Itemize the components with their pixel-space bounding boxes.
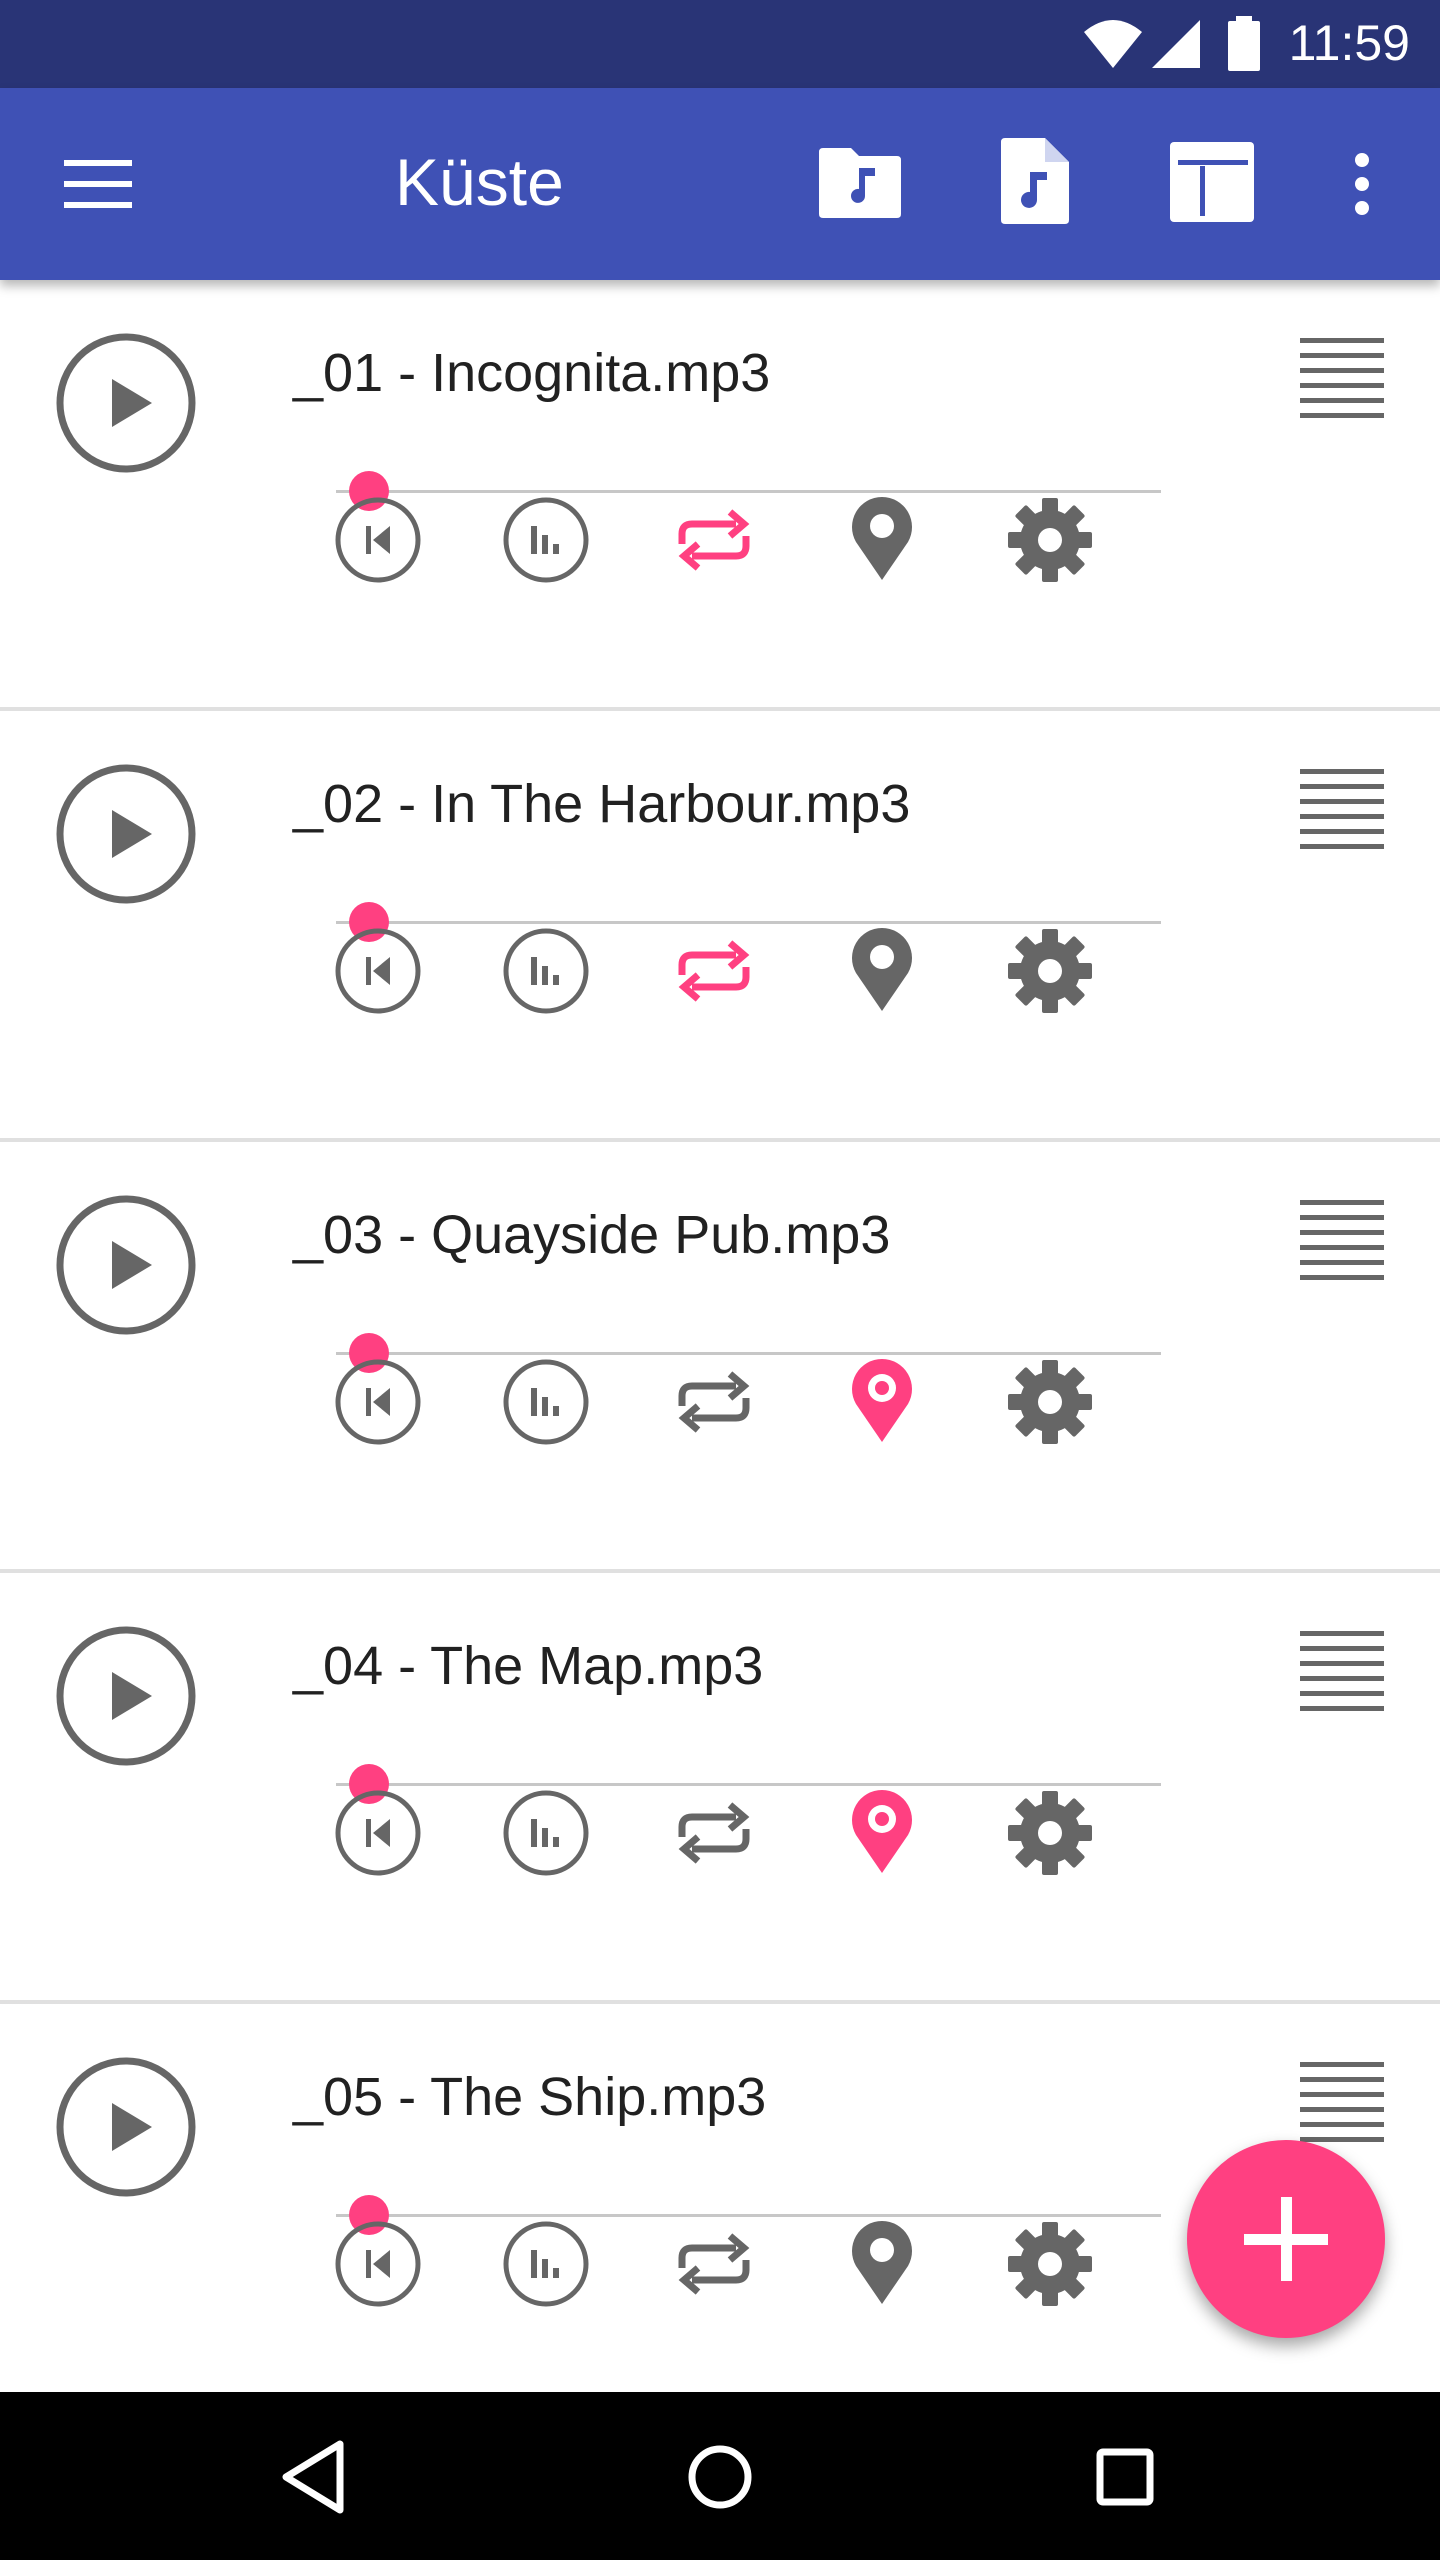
track-row: _03 - Quayside Pub.mp3: [0, 1142, 1440, 1573]
skip-previous-icon[interactable]: [328, 1783, 428, 1883]
settings-icon[interactable]: [1000, 490, 1100, 590]
add-button[interactable]: [1187, 2140, 1385, 2338]
play-icon[interactable]: [54, 762, 198, 906]
location-pin-icon[interactable]: [832, 490, 932, 590]
more-vert-icon[interactable]: [1350, 152, 1374, 216]
track-row: _01 - Incognita.mp3: [0, 280, 1440, 711]
track-row: _02 - In The Harbour.mp3: [0, 711, 1440, 1142]
equalizer-icon[interactable]: [496, 1352, 596, 1452]
cell-signal-icon: [1152, 20, 1200, 68]
track-title: _03 - Quayside Pub.mp3: [293, 1205, 891, 1265]
recents-icon[interactable]: [1080, 2432, 1170, 2522]
track-title: _04 - The Map.mp3: [293, 1636, 764, 1696]
equalizer-icon[interactable]: [496, 921, 596, 1021]
track-title: _01 - Incognita.mp3: [293, 343, 771, 403]
location-pin-icon[interactable]: [832, 1352, 932, 1452]
play-icon[interactable]: [54, 2055, 198, 2199]
play-icon[interactable]: [54, 1624, 198, 1768]
app-bar: Küste: [0, 88, 1440, 280]
track-list: _01 - Incognita.mp3 _02 - In The Harbour…: [0, 280, 1440, 2392]
drag-handle-icon[interactable]: [1298, 336, 1386, 420]
music-folder-icon[interactable]: [817, 144, 903, 220]
equalizer-icon[interactable]: [496, 1783, 596, 1883]
settings-icon[interactable]: [1000, 921, 1100, 1021]
settings-icon[interactable]: [1000, 1352, 1100, 1452]
home-icon[interactable]: [675, 2432, 765, 2522]
loop-icon[interactable]: [664, 1352, 764, 1452]
equalizer-icon[interactable]: [496, 2214, 596, 2314]
play-icon[interactable]: [54, 1193, 198, 1337]
equalizer-icon[interactable]: [496, 490, 596, 590]
track-title: _05 - The Ship.mp3: [293, 2067, 767, 2127]
skip-previous-icon[interactable]: [328, 921, 428, 1021]
clock: 11:59: [1288, 15, 1410, 71]
music-file-icon[interactable]: [999, 138, 1071, 224]
drag-handle-icon[interactable]: [1298, 767, 1386, 851]
settings-icon[interactable]: [1000, 2214, 1100, 2314]
system-nav-bar: [0, 2392, 1440, 2560]
drag-handle-icon[interactable]: [1298, 1629, 1386, 1713]
page-title: Küste: [395, 145, 564, 219]
drag-handle-icon[interactable]: [1298, 2060, 1386, 2144]
layout-icon[interactable]: [1168, 140, 1256, 224]
track-title: _02 - In The Harbour.mp3: [293, 774, 911, 834]
status-bar: 11:59: [0, 0, 1440, 88]
drag-handle-icon[interactable]: [1298, 1198, 1386, 1282]
location-pin-icon[interactable]: [832, 1783, 932, 1883]
loop-icon[interactable]: [664, 490, 764, 590]
back-icon[interactable]: [270, 2432, 360, 2522]
menu-icon[interactable]: [64, 156, 132, 212]
location-pin-icon[interactable]: [832, 2214, 932, 2314]
skip-previous-icon[interactable]: [328, 490, 428, 590]
add-icon: [1244, 2197, 1328, 2281]
location-pin-icon[interactable]: [832, 921, 932, 1021]
loop-icon[interactable]: [664, 2214, 764, 2314]
skip-previous-icon[interactable]: [328, 1352, 428, 1452]
wifi-icon: [1084, 20, 1142, 68]
play-icon[interactable]: [54, 331, 198, 475]
skip-previous-icon[interactable]: [328, 2214, 428, 2314]
loop-icon[interactable]: [664, 921, 764, 1021]
track-row: _04 - The Map.mp3: [0, 1573, 1440, 2004]
loop-icon[interactable]: [664, 1783, 764, 1883]
battery-icon: [1228, 16, 1260, 71]
settings-icon[interactable]: [1000, 1783, 1100, 1883]
